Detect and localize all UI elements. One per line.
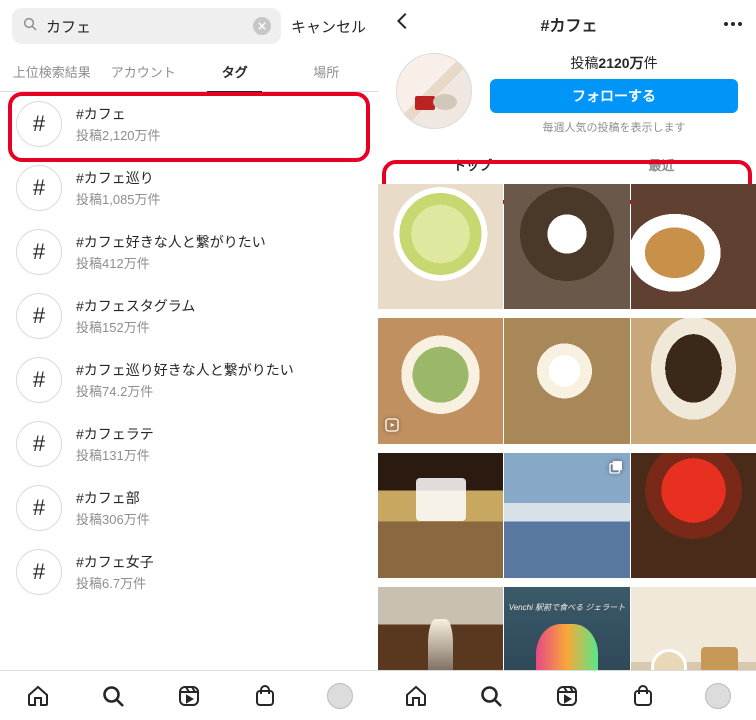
nav-profile[interactable]	[302, 671, 378, 720]
post-count: 投稿2120万件	[570, 53, 657, 73]
hashtag-name: #カフェ巡り好きな人と繋がりたい	[76, 360, 294, 380]
hashtag-count: 投稿74.2万件	[76, 381, 294, 400]
hashtag-result-item[interactable]: # #カフェラテ投稿131万件	[0, 412, 378, 476]
post-thumbnail[interactable]	[504, 184, 629, 309]
post-thumbnail[interactable]	[631, 318, 756, 443]
hashtag-result-list: # #カフェ投稿2,120万件 # #カフェ巡り投稿1,085万件 # #カフェ…	[0, 92, 378, 720]
hashtag-name: #カフェ	[76, 104, 161, 124]
hashtag-count: 投稿2,120万件	[76, 125, 161, 144]
nav-search[interactable]	[76, 671, 152, 720]
search-box[interactable]: カフェ	[12, 8, 281, 44]
nav-shop[interactable]	[227, 671, 303, 720]
sort-tab-top[interactable]: トップ	[378, 145, 567, 184]
hashtag-result-item[interactable]: # #カフェ巡り投稿1,085万件	[0, 156, 378, 220]
hash-icon: #	[16, 229, 62, 275]
bottom-nav	[0, 670, 378, 720]
hashtag-result-item[interactable]: # #カフェ巡り好きな人と繋がりたい投稿74.2万件	[0, 348, 378, 412]
hashtag-detail-screen: #カフェ 投稿2120万件 フォローする 毎週人気の投稿を表示します トップ 最…	[378, 0, 756, 720]
hashtag-count: 投稿412万件	[76, 253, 266, 272]
avatar-icon	[327, 683, 353, 709]
hashtag-cover-image	[396, 53, 472, 129]
hashtag-name: #カフェスタグラム	[76, 296, 195, 316]
nav-reels[interactable]	[529, 671, 605, 720]
more-options-icon[interactable]	[724, 22, 742, 26]
hash-icon: #	[16, 293, 62, 339]
sort-tabs: トップ 最近	[378, 145, 756, 184]
hash-icon: #	[16, 421, 62, 467]
hashtag-name: #カフェラテ	[76, 424, 154, 444]
nav-shop[interactable]	[605, 671, 681, 720]
nav-profile[interactable]	[680, 671, 756, 720]
sort-tab-recent[interactable]: 最近	[567, 145, 756, 184]
nav-home[interactable]	[0, 671, 76, 720]
tab-places[interactable]: 場所	[281, 52, 373, 91]
bottom-nav	[378, 670, 756, 720]
search-icon	[22, 16, 38, 37]
nav-reels[interactable]	[151, 671, 227, 720]
hashtag-name: #カフェ女子	[76, 552, 154, 572]
post-thumbnail[interactable]	[504, 453, 629, 578]
hashtag-count: 投稿6.7万件	[76, 573, 154, 592]
hashtag-note: 毎週人気の投稿を表示します	[543, 119, 686, 135]
tab-tags[interactable]: タグ	[189, 52, 281, 91]
hashtag-name: #カフェ部	[76, 488, 150, 508]
back-icon[interactable]	[392, 10, 414, 37]
cancel-button[interactable]: キャンセル	[291, 16, 366, 37]
hashtag-count: 投稿131万件	[76, 445, 154, 464]
carousel-badge-icon	[608, 459, 624, 480]
post-thumbnail[interactable]	[378, 453, 503, 578]
hash-icon: #	[16, 165, 62, 211]
follow-button[interactable]: フォローする	[490, 79, 738, 113]
page-title: #カフェ	[541, 12, 598, 36]
hash-icon: #	[16, 101, 62, 147]
hashtag-result-item[interactable]: # #カフェ女子投稿6.7万件	[0, 540, 378, 604]
hashtag-name: #カフェ好きな人と繋がりたい	[76, 232, 266, 252]
post-thumbnail[interactable]	[631, 453, 756, 578]
tab-accounts[interactable]: アカウント	[98, 52, 190, 91]
post-thumbnail[interactable]	[378, 184, 503, 309]
hashtag-count: 投稿152万件	[76, 317, 195, 336]
hashtag-count: 投稿1,085万件	[76, 189, 161, 208]
clear-search-icon[interactable]	[253, 17, 271, 35]
hashtag-result-item[interactable]: # #カフェスタグラム投稿152万件	[0, 284, 378, 348]
hashtag-result-item[interactable]: # #カフェ部投稿306万件	[0, 476, 378, 540]
tab-top-results[interactable]: 上位検索結果	[6, 52, 98, 91]
nav-search[interactable]	[454, 671, 530, 720]
post-thumbnail[interactable]	[631, 184, 756, 309]
hashtag-result-item[interactable]: # #カフェ投稿2,120万件	[0, 92, 378, 156]
hashtag-name: #カフェ巡り	[76, 168, 161, 188]
hash-icon: #	[16, 485, 62, 531]
search-category-tabs: 上位検索結果 アカウント タグ 場所	[0, 52, 378, 92]
avatar-icon	[705, 683, 731, 709]
search-results-screen: カフェ キャンセル 上位検索結果 アカウント タグ 場所 # #カフェ投稿2,1…	[0, 0, 378, 720]
detail-header: #カフェ	[378, 0, 756, 47]
reel-badge-icon	[384, 417, 400, 438]
post-thumbnail[interactable]	[504, 318, 629, 443]
nav-home[interactable]	[378, 671, 454, 720]
hashtag-info-row: 投稿2120万件 フォローする 毎週人気の投稿を表示します	[378, 47, 756, 145]
hashtag-result-item[interactable]: # #カフェ好きな人と繋がりたい投稿412万件	[0, 220, 378, 284]
search-bar-row: カフェ キャンセル	[0, 0, 378, 52]
search-input[interactable]: カフェ	[46, 16, 245, 37]
hash-icon: #	[16, 357, 62, 403]
hash-icon: #	[16, 549, 62, 595]
post-thumbnail[interactable]	[378, 318, 503, 443]
posts-grid	[378, 184, 756, 720]
hashtag-count: 投稿306万件	[76, 509, 150, 528]
